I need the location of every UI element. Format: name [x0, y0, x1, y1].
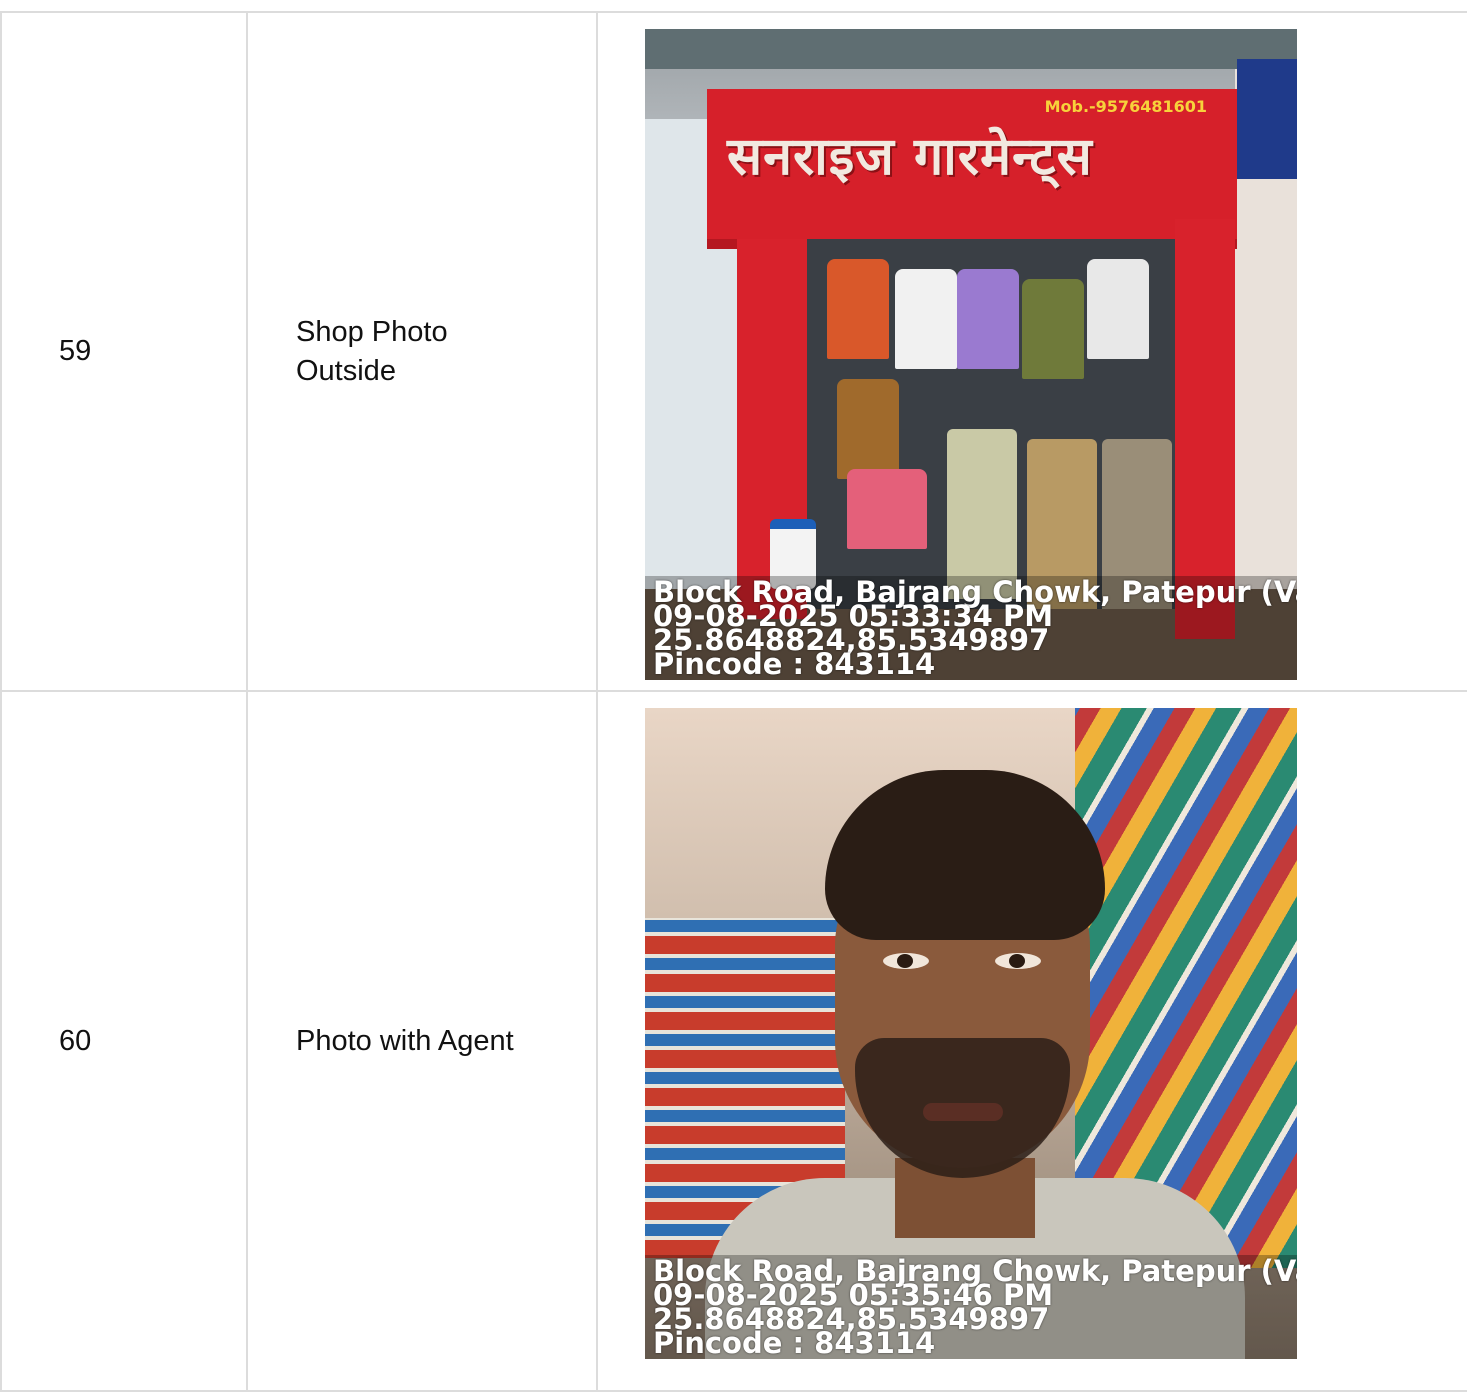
shirt: [827, 259, 889, 359]
table-row: 60 Photo with Agent Block Road, Bajrang …: [2, 692, 1467, 1392]
shirt: [1087, 259, 1149, 359]
shirt: [895, 269, 957, 369]
display-window: [807, 239, 1175, 609]
row-label-text: Shop Photo Outside: [296, 316, 448, 387]
row-label: Shop Photo Outside: [248, 13, 598, 690]
shirt: [837, 379, 899, 479]
agent-mouth: [923, 1103, 1003, 1121]
photo-cell: Mob.-9576481601 सनराइज गारमेन्ट्स Block …: [598, 13, 1467, 690]
agent-eye-left: [883, 953, 929, 969]
shirt: [957, 269, 1019, 369]
table-row: 59 Shop Photo Outside Mob.-9576481601 सन…: [2, 13, 1467, 692]
shop-photo[interactable]: Mob.-9576481601 सनराइज गारमेन्ट्स Block …: [645, 29, 1297, 680]
photo-cell: Block Road, Bajrang Chowk, Patepur (Vais…: [598, 692, 1467, 1390]
row-label-text: Photo with Agent: [296, 1024, 514, 1057]
sign-shop-name: सनराइज गारमेन्ट्स: [727, 126, 1093, 187]
sign-mobile: Mob.-9576481601: [1044, 97, 1207, 116]
shop-signboard: Mob.-9576481601 सनराइज गारमेन्ट्स: [707, 89, 1237, 249]
row-number: 60: [2, 692, 248, 1390]
row-number: 59: [2, 13, 248, 690]
shirt: [1022, 279, 1084, 379]
agent-eye-right: [995, 953, 1041, 969]
trousers: [947, 429, 1017, 599]
row-label: Photo with Agent: [248, 692, 598, 1390]
photo-table: 59 Shop Photo Outside Mob.-9576481601 सन…: [0, 11, 1467, 1392]
geo-stamp: Block Road, Bajrang Chowk, Patepur (Vais…: [645, 576, 1297, 680]
awning: [645, 29, 1297, 69]
shorts: [847, 469, 927, 549]
agent-photo[interactable]: Block Road, Bajrang Chowk, Patepur (Vais…: [645, 708, 1297, 1359]
geo-stamp: Block Road, Bajrang Chowk, Patepur (Vais…: [645, 1255, 1297, 1359]
neighbor-sign: [1237, 59, 1297, 179]
